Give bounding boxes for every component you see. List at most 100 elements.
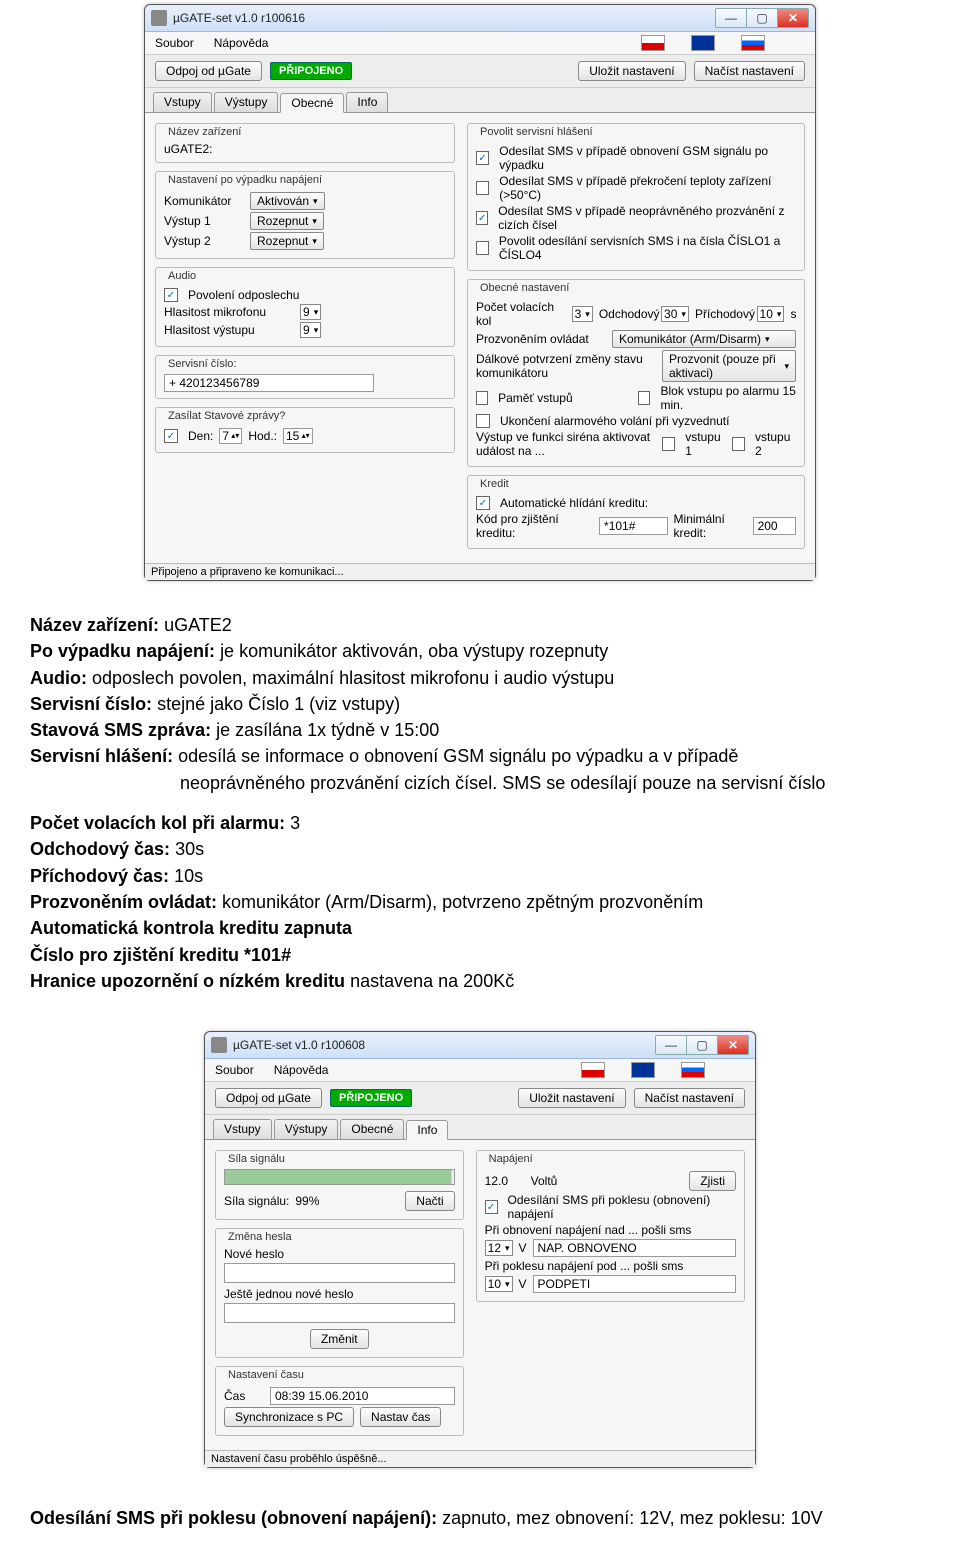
tab-vystupy[interactable]: Výstupy (274, 1119, 339, 1139)
label-day: Den: (188, 429, 213, 443)
label-svc-sms3: Odesílat SMS v případě neoprávněného pro… (498, 204, 796, 232)
label-out2: Výstup 2 (164, 234, 244, 248)
input-service-number[interactable]: + 420123456789 (164, 374, 374, 392)
button-sync-time[interactable]: Synchronizace s PC (224, 1407, 354, 1427)
group-time: Nastavení času Čas 08:39 15.06.2010 Sync… (215, 1366, 464, 1436)
input-time[interactable]: 08:39 15.06.2010 (270, 1387, 455, 1405)
button-save-settings[interactable]: Uložit nastavení (578, 61, 685, 81)
label-hour: Hod.: (248, 429, 277, 443)
select-out2[interactable]: Rozepnut (250, 232, 324, 250)
label-endcall: Ukončení alarmového volání při vyzvednut… (500, 414, 729, 428)
flag-gb-icon[interactable] (691, 35, 715, 51)
tab-info[interactable]: Info (346, 92, 388, 112)
select-remoteconf[interactable]: Prozvonit (pouze při aktivaci) (662, 350, 796, 382)
close-button[interactable]: ✕ (778, 8, 809, 28)
input-restore-text[interactable]: NAP. OBNOVENO (533, 1239, 736, 1257)
checkbox-in1[interactable] (662, 437, 675, 451)
checkbox-listen[interactable] (164, 288, 178, 302)
close-button[interactable]: ✕ (718, 1035, 749, 1055)
select-arrive[interactable]: 10 (757, 306, 785, 322)
group-device-name: Název zařízení uGATE2: (155, 123, 455, 163)
tab-vstupy[interactable]: Vstupy (153, 92, 212, 112)
select-mic-vol[interactable]: 9 (300, 304, 321, 320)
select-restore-v[interactable]: 12 (485, 1240, 513, 1256)
label-sms-on-drop: Odesílání SMS při poklesu (obnovení) nap… (508, 1193, 736, 1221)
spinner-day[interactable]: 7 (219, 428, 242, 444)
button-set-time[interactable]: Nastav čas (360, 1407, 441, 1427)
menubar: Soubor Nápověda (205, 1059, 755, 1082)
select-leave[interactable]: 30 (661, 306, 689, 322)
button-save-settings[interactable]: Uložit nastavení (518, 1088, 625, 1108)
flag-sk-icon[interactable] (681, 1062, 705, 1078)
select-ringctrl[interactable]: Komunikátor (Arm/Disarm) (612, 330, 796, 348)
menu-file[interactable]: Soubor (215, 1063, 254, 1077)
button-disconnect[interactable]: Odpoj od µGate (215, 1088, 322, 1108)
flag-gb-icon[interactable] (631, 1062, 655, 1078)
label-svc-sms1: Odesílat SMS v případě obnovení GSM sign… (499, 144, 796, 172)
statusbar: Nastavení času proběhlo úspěšně... (205, 1450, 755, 1467)
checkbox-in2[interactable] (732, 437, 745, 451)
button-disconnect[interactable]: Odpoj od µGate (155, 61, 262, 81)
menu-help[interactable]: Nápověda (214, 36, 269, 50)
checkbox-sms-on-drop[interactable] (485, 1200, 498, 1214)
input-password-again[interactable] (224, 1303, 455, 1323)
checkbox-status-msg[interactable] (164, 429, 178, 443)
flag-cz-icon[interactable] (641, 35, 665, 51)
titlebar: µGATE-set v1.0 r100608 — ▢ ✕ (205, 1032, 755, 1059)
maximize-button[interactable]: ▢ (747, 8, 778, 28)
checkbox-inmem[interactable] (476, 391, 488, 405)
spinner-hour[interactable]: 15 (283, 428, 313, 444)
input-mincredit[interactable]: 200 (753, 517, 796, 535)
toolbar: Odpoj od µGate PŘIPOJENO Uložit nastaven… (145, 55, 815, 88)
checkbox-svc-sms4[interactable] (476, 241, 489, 255)
tab-vystupy[interactable]: Výstupy (214, 92, 279, 112)
button-load-settings[interactable]: Načíst nastavení (634, 1088, 745, 1108)
window-title: µGATE-set v1.0 r100608 (233, 1038, 655, 1052)
titlebar: µGATE-set v1.0 r100616 — ▢ ✕ (145, 5, 815, 32)
group-service-report: Povolit servisní hlášení Odesílat SMS v … (467, 123, 805, 271)
checkbox-svc-sms1[interactable] (476, 151, 489, 165)
checkbox-block15[interactable] (638, 391, 650, 405)
legend-service-report: Povolit servisní hlášení (476, 126, 597, 138)
select-ringcount[interactable]: 3 (572, 306, 593, 322)
tab-obecne[interactable]: Obecné (280, 93, 344, 113)
select-communicator[interactable]: Aktivován (250, 192, 325, 210)
label-arrive: Příchodový (695, 307, 751, 321)
select-out1[interactable]: Rozepnut (250, 212, 324, 230)
app-icon (151, 10, 167, 26)
checkbox-svc-sms3[interactable] (476, 211, 488, 225)
menu-help[interactable]: Nápověda (274, 1063, 329, 1077)
flag-cz-icon[interactable] (581, 1062, 605, 1078)
label-svc-sms4: Povolit odesílání servisních SMS i na čí… (499, 234, 796, 262)
window-ugate-obecne: µGATE-set v1.0 r100616 — ▢ ✕ Soubor Nápo… (144, 4, 816, 581)
select-out-vol[interactable]: 9 (300, 322, 321, 338)
group-service-number: Servisní číslo: + 420123456789 (155, 355, 455, 399)
input-creditcode[interactable]: *101# (599, 517, 668, 535)
label-remoteconf: Dálkové potvrzení změny stavu komunikáto… (476, 352, 656, 380)
input-new-password[interactable] (224, 1263, 455, 1283)
tab-obecne[interactable]: Obecné (340, 1119, 404, 1139)
checkbox-endcall[interactable] (476, 414, 490, 428)
button-change-password[interactable]: Změnit (310, 1329, 369, 1349)
legend-signal: Síla signálu (224, 1153, 289, 1165)
maximize-button[interactable]: ▢ (687, 1035, 718, 1055)
select-drop-v[interactable]: 10 (485, 1276, 513, 1292)
tab-vstupy[interactable]: Vstupy (213, 1119, 272, 1139)
checkbox-autowatch[interactable] (476, 496, 490, 510)
minimize-button[interactable]: — (715, 8, 747, 28)
button-signal-load[interactable]: Načti (405, 1191, 454, 1211)
group-signal: Síla signálu Síla signálu: 99% Načti (215, 1150, 464, 1220)
input-drop-text[interactable]: PODPETI (533, 1275, 736, 1293)
legend-credit: Kredit (476, 478, 513, 490)
menu-file[interactable]: Soubor (155, 36, 194, 50)
button-load-settings[interactable]: Načíst nastavení (694, 61, 805, 81)
checkbox-svc-sms2[interactable] (476, 181, 489, 195)
window-title: µGATE-set v1.0 r100616 (173, 11, 715, 25)
tab-info[interactable]: Info (406, 1120, 448, 1140)
label-ringctrl: Prozvoněním ovládat (476, 332, 606, 346)
button-read-voltage[interactable]: Zjisti (689, 1171, 736, 1191)
legend-service-number: Servisní číslo: (164, 358, 240, 370)
minimize-button[interactable]: — (655, 1035, 687, 1055)
label-mincredit: Minimální kredit: (674, 512, 747, 540)
flag-sk-icon[interactable] (741, 35, 765, 51)
